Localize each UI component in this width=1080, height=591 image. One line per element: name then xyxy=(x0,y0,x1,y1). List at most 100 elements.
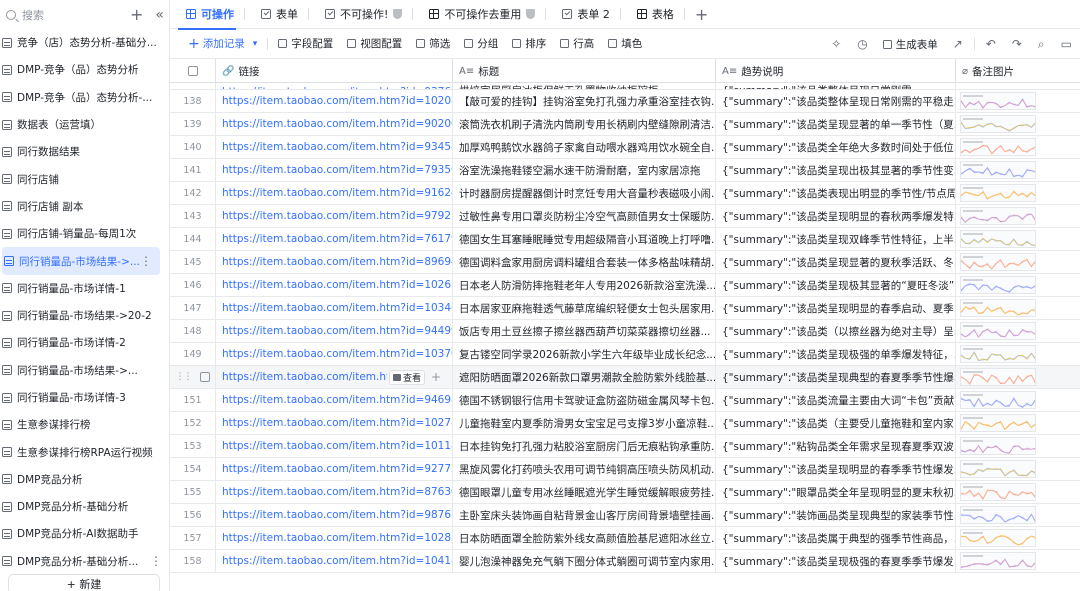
sidebar-item[interactable]: 生意参谋排行榜 xyxy=(0,411,170,438)
collapse-sidebar-icon[interactable]: « xyxy=(155,8,164,22)
image-cell[interactable] xyxy=(956,182,1080,204)
link-text[interactable]: https://item.taobao.com/item.htm?id=7617… xyxy=(222,233,452,245)
table-row[interactable]: 146 https://item.taobao.com/item.htm?id=1… xyxy=(170,274,1080,297)
table-row[interactable]: ⋮⋮ https://item.taobao.com/item.htm?i 查看 + 遮… xyxy=(170,366,1080,389)
link-cell[interactable]: https://item.taobao.com/item.htm?id=9449… xyxy=(216,320,453,342)
title-cell[interactable]: 浴室洗澡拖鞋镂空漏水速干防滑耐磨，室内家居凉拖 xyxy=(453,159,716,181)
link-text[interactable]: https://item.taobao.com/item.htm?id=9020… xyxy=(222,118,452,130)
table-row[interactable]: 156 https://item.taobao.com/item.htm?id=9… xyxy=(170,504,1080,527)
view-tab[interactable]: 表单 xyxy=(245,0,308,29)
column-header-image[interactable]: ⌀ 备注图片 xyxy=(956,59,1080,83)
title-cell[interactable]: 德国女生耳塞睡眠睡觉专用超级隔音小耳道晚上打呼噜... xyxy=(453,228,716,250)
generate-form-button[interactable]: 生成表单 xyxy=(876,37,945,52)
link-text[interactable]: https://item.taobao.com/item.htm?id=9277… xyxy=(222,463,452,475)
title-cell[interactable]: 儿童拖鞋室内夏季防滑男女宝宝足弓支撑3岁小童凉鞋... xyxy=(453,412,716,434)
select-all-checkbox[interactable] xyxy=(187,66,198,76)
link-cell[interactable]: https://item.taobao.com/item.htm?id=7935… xyxy=(216,159,453,181)
trend-thumbnail[interactable] xyxy=(960,276,1036,294)
trend-thumbnail[interactable] xyxy=(960,529,1036,547)
link-cell[interactable]: https://item.taobao.com/item.htm?id=9469… xyxy=(216,389,453,411)
table-row[interactable]: https://item.taobao.com/item.htm?id=9376… xyxy=(170,83,1080,90)
trend-cell[interactable]: {"summary":"该品类属于典型的强季节性商品，... xyxy=(716,527,956,549)
trend-cell[interactable]: {"summary":"该品类呈现明显的春季季节性爆发... xyxy=(716,458,956,480)
image-cell[interactable] xyxy=(956,251,1080,273)
image-cell[interactable] xyxy=(956,481,1080,503)
image-cell[interactable] xyxy=(956,320,1080,342)
expand-row-icon[interactable]: + xyxy=(431,370,441,384)
table-row[interactable]: 158 https://item.taobao.com/item.htm?id=1… xyxy=(170,550,1080,573)
trend-thumbnail[interactable] xyxy=(960,322,1036,340)
title-cell[interactable]: 烘焙家居厨房冰柜保鲜无孔置物收纳柜碗柜... xyxy=(453,83,716,89)
link-text[interactable]: https://item.taobao.com/item.htm?id=1027… xyxy=(222,417,452,429)
trend-thumbnail[interactable] xyxy=(960,184,1036,202)
table-row[interactable]: 152 https://item.taobao.com/item.htm?id=1… xyxy=(170,412,1080,435)
title-cell[interactable]: 复古镂空同学录2026新款小学生六年级毕业成长纪念... xyxy=(453,343,716,365)
sidebar-item[interactable]: DMP竞品分析-AI数据助手 xyxy=(0,520,170,547)
sidebar-item[interactable]: 同行销量品-市场结果->... xyxy=(0,357,170,384)
title-cell[interactable]: 婴儿泡澡神器免充气躺下圈分体式躺圈可调节室内家用... xyxy=(453,550,716,572)
sparkle-icon[interactable]: ✧ xyxy=(823,37,849,51)
trend-cell[interactable]: {"summary":"该品类整体呈现日常刚需... xyxy=(716,83,956,89)
table-row[interactable]: 138 https://item.taobao.com/item.htm?id=1… xyxy=(170,90,1080,113)
title-cell[interactable]: 德国调料盒家用厨房调料罐组合套装一体多格盐味精胡... xyxy=(453,251,716,273)
table-row[interactable]: 144 https://item.taobao.com/item.htm?id=7… xyxy=(170,228,1080,251)
view-tab[interactable]: 不可操作去重用 xyxy=(413,0,545,29)
image-cell[interactable] xyxy=(956,550,1080,572)
link-text[interactable]: https://item.taobao.com/item.htm?id=1034… xyxy=(222,302,452,314)
title-cell[interactable]: 日本挂钩免打孔强力粘胶浴室厨房门后无痕粘钩承重防... xyxy=(453,435,716,457)
search-placeholder[interactable]: 搜索 xyxy=(22,7,130,23)
trend-cell[interactable]: {"summary":"该品类呈现显著的夏秋季活跃、冬... xyxy=(716,251,956,273)
add-record-button[interactable]: + 添加记录 ▾ xyxy=(170,36,264,51)
trend-cell[interactable]: {"summary":"该品类整体呈现日常刚需的平稳走... xyxy=(716,90,956,112)
sidebar-item[interactable]: 同行销量品-市场详情-1 xyxy=(0,275,170,302)
image-cell[interactable] xyxy=(956,228,1080,250)
link-cell[interactable]: https://item.taobao.com/item.htm?id=9792… xyxy=(216,205,453,227)
link-cell[interactable]: https://item.taobao.com/item.htm?i 查看 + xyxy=(216,366,453,388)
sidebar-item[interactable]: 同行店铺-销量品-每周1次 xyxy=(0,220,170,247)
table-row[interactable]: 140 https://item.taobao.com/item.htm?id=9… xyxy=(170,136,1080,159)
image-cell[interactable] xyxy=(956,113,1080,135)
image-cell[interactable] xyxy=(956,274,1080,296)
trend-thumbnail[interactable] xyxy=(960,437,1036,455)
history-icon[interactable]: ◷ xyxy=(849,37,875,51)
table-row[interactable]: 151 https://item.taobao.com/item.htm?id=9… xyxy=(170,389,1080,412)
link-text[interactable]: https://item.taobao.com/item.htm?id=9792… xyxy=(222,210,452,222)
link-text[interactable]: https://item.taobao.com/item.htm?id=1026… xyxy=(222,279,452,291)
link-cell[interactable]: https://item.taobao.com/item.htm?id=1041… xyxy=(216,550,453,572)
table-row[interactable]: 141 https://item.taobao.com/item.htm?id=7… xyxy=(170,159,1080,182)
drag-handle-icon[interactable]: ⋮⋮ xyxy=(176,372,193,382)
sidebar-item[interactable]: 同行店铺 副本 xyxy=(0,193,170,220)
chevron-down-icon[interactable]: ▾ xyxy=(253,39,258,49)
sidebar-item[interactable]: DMP竞品分析-基础分析 xyxy=(0,493,170,520)
trend-thumbnail[interactable] xyxy=(960,161,1036,179)
link-cell[interactable]: https://item.taobao.com/item.htm?id=9876… xyxy=(216,504,453,526)
table-row[interactable]: 142 https://item.taobao.com/item.htm?id=9… xyxy=(170,182,1080,205)
image-cell[interactable] xyxy=(956,83,1080,89)
title-cell[interactable]: 黑旋风雾化打药喷头农用可调节纯铜高压喷头防风机动... xyxy=(453,458,716,480)
image-cell[interactable] xyxy=(956,136,1080,158)
sidebar-item[interactable]: 同行店铺 xyxy=(0,165,170,192)
trend-cell[interactable]: {"summary":"该品类流量主要由大词“卡包”贡献... xyxy=(716,389,956,411)
table-row[interactable]: 139 https://item.taobao.com/item.htm?id=9… xyxy=(170,113,1080,136)
title-cell[interactable]: 德国不锈钢银行信用卡驾驶证盒防盗防磁金属风琴卡包... xyxy=(453,389,716,411)
trend-thumbnail[interactable] xyxy=(960,460,1036,478)
image-cell[interactable] xyxy=(956,205,1080,227)
link-cell[interactable]: https://item.taobao.com/item.htm?id=1011… xyxy=(216,435,453,457)
link-text[interactable]: https://item.taobao.com/item.htm?id=1020… xyxy=(222,95,452,107)
column-header-trend[interactable]: A≡ 趋势说明 xyxy=(716,59,956,83)
link-text[interactable]: https://item.taobao.com/item.htm?id=9345… xyxy=(222,141,452,153)
sidebar-item[interactable]: DMP-竞争（品）态势分析-... xyxy=(0,84,170,111)
add-table-icon[interactable]: + xyxy=(130,7,143,23)
trend-cell[interactable]: {"summary":"该品类呈现极其显著的“夏旺冬淡”... xyxy=(716,274,956,296)
link-cell[interactable]: https://item.taobao.com/item.htm?id=8969… xyxy=(216,251,453,273)
image-cell[interactable] xyxy=(956,90,1080,112)
trend-thumbnail[interactable] xyxy=(960,414,1036,432)
link-cell[interactable]: https://item.taobao.com/item.htm?id=9162… xyxy=(216,182,453,204)
trend-cell[interactable]: {"summary":"该品类呈现极强的春夏季季节爆发... xyxy=(716,550,956,572)
trend-cell[interactable]: {"summary":"装饰画品类呈现典型的家装季节性... xyxy=(716,504,956,526)
image-cell[interactable] xyxy=(956,458,1080,480)
image-cell[interactable] xyxy=(956,159,1080,181)
link-text[interactable]: https://item.taobao.com/item.htm?id=8969… xyxy=(222,256,452,268)
link-text[interactable]: https://item.taobao.com/item.htm?id=7935… xyxy=(222,164,452,176)
image-cell[interactable] xyxy=(956,343,1080,365)
